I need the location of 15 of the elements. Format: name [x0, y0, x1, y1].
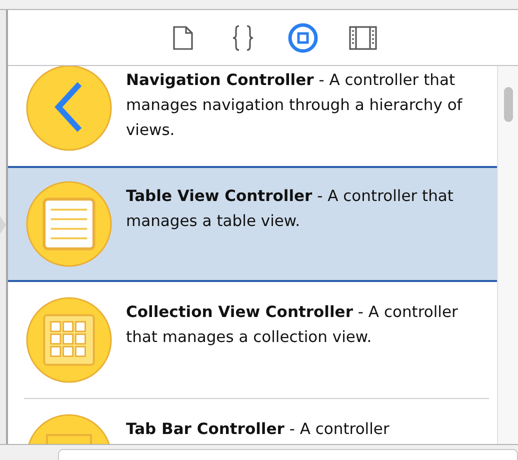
- collection-grid-icon: [26, 297, 112, 383]
- object-icon: [287, 22, 319, 54]
- item-description: Tab Bar Controller - A controller: [126, 419, 390, 440]
- film-icon: [349, 26, 377, 50]
- table-view-icon: [26, 181, 112, 267]
- pointer-icon: [0, 216, 6, 234]
- braces-icon: [231, 24, 255, 50]
- item-description: Collection View Controller - A controller that manages a collection view.: [126, 302, 459, 348]
- item-description: Navigation Controller - A controller that manages navigation through a hierarchy of views.: [126, 70, 464, 141]
- file-icon: [173, 26, 193, 50]
- library-item[interactable]: Table View Controller - A controller that manages a table view.: [8, 166, 497, 282]
- filter-field[interactable]: [58, 449, 518, 460]
- back-chevron-icon: [26, 66, 112, 151]
- scrollbar-thumb[interactable]: [504, 87, 512, 122]
- item-description: Table View Controller - A controller that manages a table view.: [126, 186, 455, 232]
